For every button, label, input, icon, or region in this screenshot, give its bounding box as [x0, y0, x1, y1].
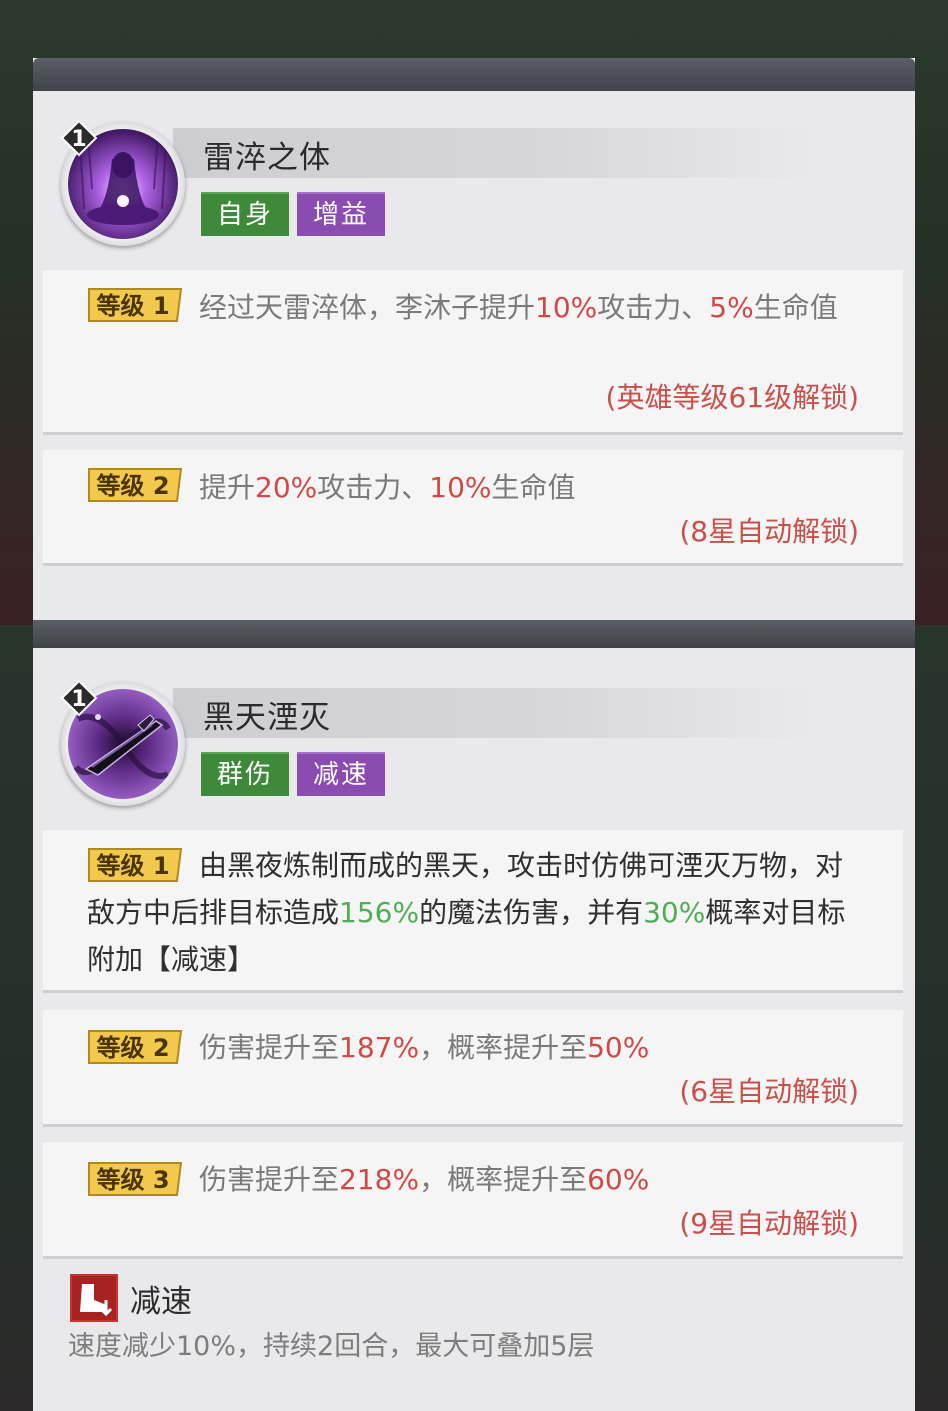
skill-header: 1 黑天湮灭 群伤 减速	[33, 679, 915, 822]
svg-text:1: 1	[71, 127, 86, 152]
skill-panel-1: 1 雷淬之体 自身 增益 等级 1 经过天雷淬体，李沐子提升10%攻击力、5%生…	[33, 58, 915, 625]
panel-header-bar	[33, 58, 915, 91]
debuff-title: 减速	[130, 1284, 192, 1320]
svg-text:1: 1	[71, 687, 86, 712]
level-1-unlock-condition: (英雄等级61级解锁)	[605, 381, 859, 414]
debuff-description: 速度减少10%，持续2回合，最大可叠加5层	[68, 1331, 595, 1362]
skill-level-badge: 1	[59, 678, 99, 718]
level-2-unlock-condition: (8星自动解锁)	[679, 515, 859, 548]
tag-self: 自身	[201, 192, 289, 236]
level-2-unlock-condition: (6星自动解锁)	[679, 1075, 859, 1108]
level-3-unlock-condition: (9星自动解锁)	[679, 1207, 859, 1240]
level-2-description: 伤害提升至187%，概率提升至50%	[199, 1031, 650, 1064]
level-card-1: 等级 1 由黑夜炼制而成的黑天，攻击时仿佛可湮灭万物，对敌方中后排目标造成156…	[43, 830, 903, 990]
level-1-description: 经过天雷淬体，李沐子提升10%攻击力、5%生命值	[199, 291, 838, 324]
skill-name: 雷淬之体	[203, 140, 331, 176]
skill-level-badge: 1	[59, 118, 99, 158]
slow-boot-icon	[70, 1274, 118, 1322]
level-card-2: 等级 2 提升20%攻击力、10%生命值 (8星自动解锁)	[43, 450, 903, 563]
tag-aoe: 群伤	[201, 752, 289, 796]
level-3-description: 伤害提升至218%，概率提升至60%	[199, 1163, 650, 1196]
level-card-1: 等级 1 经过天雷淬体，李沐子提升10%攻击力、5%生命值 (英雄等级61级解锁…	[43, 270, 903, 432]
level-card-3: 等级 3 伤害提升至218%，概率提升至60% (9星自动解锁)	[43, 1142, 903, 1256]
level-card-2: 等级 2 伤害提升至187%，概率提升至50% (6星自动解锁)	[43, 1010, 903, 1124]
skill-panel-2: 1 黑天湮灭 群伤 减速 等级 1 由黑夜炼制而成的黑天，攻击时仿佛可湮灭万物，…	[33, 620, 915, 1411]
skill-header: 1 雷淬之体 自身 增益	[33, 119, 915, 262]
level-1-description: 由黑夜炼制而成的黑天，攻击时仿佛可湮灭万物，对敌方中后排目标造成156%的魔法伤…	[87, 849, 846, 976]
level-2-description: 提升20%攻击力、10%生命值	[199, 471, 576, 504]
tag-slow: 减速	[297, 752, 385, 796]
tag-buff: 增益	[297, 192, 385, 236]
panel-header-bar	[33, 620, 915, 648]
skill-name: 黑天湮灭	[203, 700, 331, 736]
